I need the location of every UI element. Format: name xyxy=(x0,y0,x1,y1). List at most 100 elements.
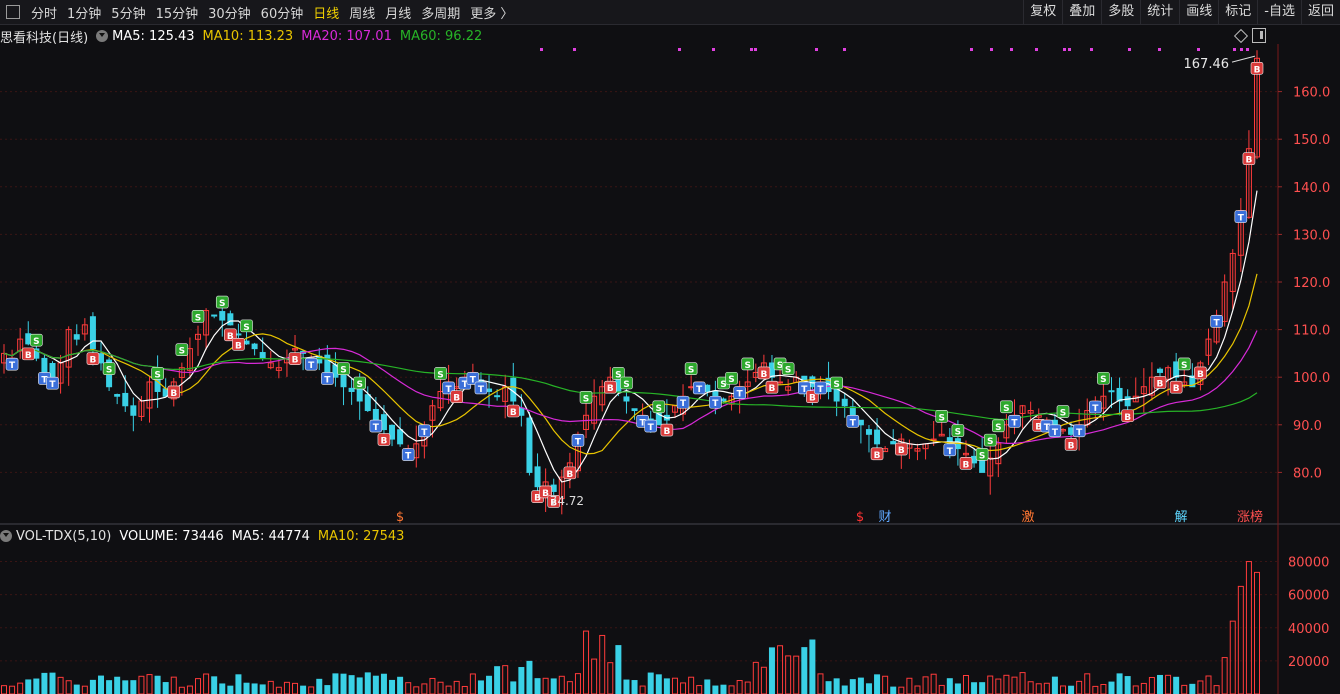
signal-dot xyxy=(750,48,753,51)
volume-bar xyxy=(1043,682,1050,694)
marker-letter: B xyxy=(566,470,573,480)
marker-S: S xyxy=(434,367,447,380)
marker-letter: S xyxy=(340,366,346,376)
volume-bar xyxy=(469,673,476,694)
trade-markers: TBST TBS SBSSSBBSBTTSSTBTTSTBT TTBB BBBTSBSS… xyxy=(5,61,1264,508)
candle-body xyxy=(1116,387,1123,402)
volume-bar xyxy=(583,630,590,694)
marker-letter: B xyxy=(170,389,177,399)
volume-bar xyxy=(380,673,387,694)
volume-bar xyxy=(971,682,978,694)
marker-letter: B xyxy=(663,427,670,437)
signal-dot xyxy=(1246,48,1249,51)
volume-bar xyxy=(696,685,703,694)
candle-body xyxy=(1156,368,1163,373)
volume-bar xyxy=(680,682,687,694)
volume-bar xyxy=(138,675,145,694)
volume-bar xyxy=(413,686,420,694)
candle-body xyxy=(397,429,404,445)
volume-bar xyxy=(736,680,743,694)
candle-body xyxy=(324,354,331,373)
marker-letter: B xyxy=(769,384,776,394)
candle-body xyxy=(1051,419,1058,426)
candle-body xyxy=(631,408,638,412)
volume-bar xyxy=(324,685,331,694)
marker-S: S xyxy=(175,343,189,357)
volume-bar xyxy=(849,679,856,694)
candle-body xyxy=(219,311,226,321)
marker-B: B xyxy=(1194,366,1207,380)
volume-bar xyxy=(364,672,371,694)
volume-bar xyxy=(946,678,953,694)
candle-body xyxy=(623,396,630,402)
volume-bar xyxy=(49,672,56,694)
volume-bar xyxy=(283,681,290,694)
marker-letter: T xyxy=(680,399,687,409)
volume-bar xyxy=(688,676,695,694)
volume-bar xyxy=(542,677,549,694)
volume-bar xyxy=(1027,681,1034,694)
price-tick-label: 90.0 xyxy=(1293,419,1322,434)
candle-body xyxy=(971,455,978,464)
marker-letter: T xyxy=(308,361,315,371)
marker-letter: T xyxy=(850,418,857,428)
volume-bar xyxy=(106,680,113,694)
volume-bar xyxy=(186,685,193,694)
volume-tick-label: 20000 xyxy=(1288,655,1329,670)
signal-dot xyxy=(712,48,715,51)
candle-body xyxy=(486,388,493,392)
candle-body xyxy=(243,340,250,345)
marker-letter: B xyxy=(809,394,816,404)
volume-bar xyxy=(98,675,105,694)
candle-body xyxy=(130,405,137,416)
volume-bar xyxy=(906,677,913,694)
volume-bar xyxy=(421,683,428,694)
volume-bar xyxy=(712,685,719,694)
marker-B: B xyxy=(895,442,908,456)
kline-chart[interactable]: 160.0 150.0 140.0 130.0 120.0 110.0 100.0 90.0 8… xyxy=(0,0,1340,694)
marker-S: S xyxy=(684,362,698,376)
volume-bar xyxy=(801,647,808,694)
marker-S: S xyxy=(725,371,738,385)
candle-body xyxy=(235,333,242,336)
volume-bar xyxy=(437,681,444,694)
signal-dot xyxy=(970,48,973,51)
marker-T: T xyxy=(474,381,488,395)
marker-S: S xyxy=(240,319,253,333)
marker-B: B xyxy=(959,457,973,470)
volume-bar xyxy=(1221,657,1228,694)
volume-bar xyxy=(890,686,897,694)
price-tick-label: 130.0 xyxy=(1293,228,1330,243)
marker-T: T xyxy=(46,376,59,390)
volume-bar xyxy=(987,675,994,694)
volume-bar xyxy=(995,678,1002,694)
volume-bar xyxy=(33,678,40,694)
candle-body xyxy=(114,394,121,397)
volume-bar xyxy=(1254,571,1260,694)
volume-bar xyxy=(930,673,937,694)
volume-bar xyxy=(938,684,945,694)
marker-letter: S xyxy=(219,299,225,309)
volume-bar xyxy=(566,681,573,694)
marker-B: B xyxy=(563,466,577,480)
marker-T: T xyxy=(676,395,690,409)
volume-bar xyxy=(251,683,258,694)
volume-bar xyxy=(1205,675,1212,694)
volume-bar xyxy=(1213,685,1220,694)
candle-body xyxy=(494,395,501,398)
marker-letter: B xyxy=(607,384,614,394)
volume-bar xyxy=(752,661,759,694)
marker-letter: S xyxy=(938,413,944,423)
marker-T: T xyxy=(943,443,957,457)
marker-B: B xyxy=(1153,376,1167,389)
marker-letter: S xyxy=(987,437,993,447)
volume-bar xyxy=(874,674,881,694)
volume-bar xyxy=(857,677,864,694)
marker-letter: S xyxy=(583,394,589,404)
marker-B: B xyxy=(1242,152,1256,166)
event-tag: 激 xyxy=(1021,510,1034,525)
volume-bar xyxy=(1019,672,1026,694)
marker-letter: S xyxy=(1060,409,1066,419)
volume-bar xyxy=(397,676,404,694)
marker-letter: B xyxy=(1173,384,1180,394)
